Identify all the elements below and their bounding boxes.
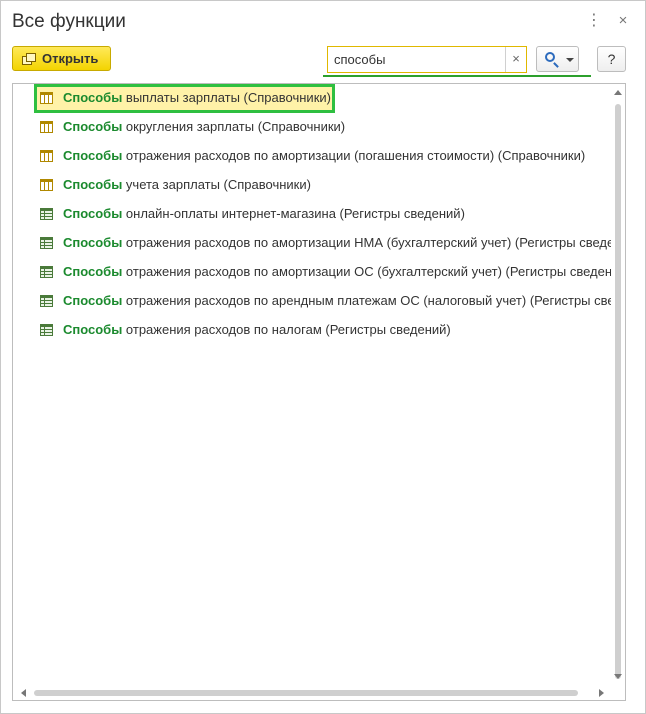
search-icon bbox=[545, 52, 555, 62]
list-item-description: отражения расходов по налогам (Регистры … bbox=[122, 322, 451, 337]
scroll-down-icon[interactable] bbox=[614, 674, 622, 679]
list-item[interactable]: Способы выплаты зарплаты (Справочники) bbox=[13, 84, 611, 113]
window-title: Все функции bbox=[12, 11, 126, 32]
scroll-left-icon[interactable] bbox=[21, 689, 26, 697]
list-item-label: Способы учета зарплаты (Справочники) bbox=[63, 177, 311, 192]
list-item[interactable]: Способы отражения расходов по налогам (Р… bbox=[13, 316, 611, 345]
more-options-icon[interactable]: ⋮ bbox=[585, 11, 603, 31]
search-match: Способы bbox=[63, 119, 123, 134]
search-match: Способы bbox=[63, 235, 123, 250]
register-icon bbox=[40, 266, 53, 278]
list-item-label: Способы отражения расходов по амортизаци… bbox=[63, 148, 585, 163]
help-button[interactable]: ? bbox=[597, 46, 626, 72]
list-item-description: отражения расходов по арендным платежам … bbox=[122, 293, 626, 308]
list-item-label: Способы онлайн-оплаты интернет-магазина … bbox=[63, 206, 465, 221]
search-match: Способы bbox=[63, 322, 123, 337]
catalog-icon bbox=[40, 150, 53, 162]
close-icon[interactable]: × bbox=[614, 11, 632, 31]
list-item[interactable]: Способы отражения расходов по амортизаци… bbox=[13, 229, 625, 258]
register-icon bbox=[40, 208, 53, 220]
list-item[interactable]: Способы отражения расходов по амортизаци… bbox=[13, 258, 625, 287]
list-item-description: отражения расходов по амортизации ОС (бу… bbox=[122, 264, 626, 279]
search-focus-underline bbox=[323, 75, 591, 77]
open-icon bbox=[22, 53, 36, 65]
search-match: Способы bbox=[63, 148, 123, 163]
search-match: Способы bbox=[63, 206, 123, 221]
open-button-label: Открыть bbox=[42, 51, 99, 66]
scroll-right-icon[interactable] bbox=[599, 689, 604, 697]
all-functions-window: Все функции ⋮ × Открыть × ? Способы выпл… bbox=[0, 0, 646, 714]
list-item-label: Способы отражения расходов по амортизаци… bbox=[63, 235, 626, 250]
search-match: Способы bbox=[63, 264, 123, 279]
list-item-label: Способы отражения расходов по арендным п… bbox=[63, 293, 626, 308]
open-button[interactable]: Открыть bbox=[12, 46, 111, 71]
register-icon bbox=[40, 295, 53, 307]
vertical-scrollbar[interactable] bbox=[611, 84, 625, 700]
search-match: Способы bbox=[63, 90, 123, 105]
list-item[interactable]: Способы отражения расходов по амортизаци… bbox=[13, 142, 611, 171]
vertical-scroll-thumb[interactable] bbox=[615, 104, 621, 679]
list-item-description: округления зарплаты (Справочники) bbox=[122, 119, 346, 134]
list-item-description: онлайн-оплаты интернет-магазина (Регистр… bbox=[122, 206, 465, 221]
register-icon bbox=[40, 237, 53, 249]
list-item[interactable]: Способы онлайн-оплаты интернет-магазина … bbox=[13, 200, 611, 229]
search-input[interactable] bbox=[328, 47, 506, 72]
catalog-icon bbox=[40, 121, 53, 133]
list-item-label: Способы округления зарплаты (Справочники… bbox=[63, 119, 345, 134]
list-item-label: Способы отражения расходов по налогам (Р… bbox=[63, 322, 451, 337]
clear-search-icon[interactable]: × bbox=[505, 47, 526, 72]
horizontal-scroll-thumb[interactable] bbox=[34, 690, 578, 696]
list-item-label: Способы выплаты зарплаты (Справочники) bbox=[63, 90, 331, 105]
list-item-description: отражения расходов по амортизации НМА (б… bbox=[122, 235, 626, 250]
list-item-label: Способы отражения расходов по амортизаци… bbox=[63, 264, 626, 279]
search-button[interactable] bbox=[536, 46, 579, 72]
list-item[interactable]: Способы отражения расходов по арендным п… bbox=[13, 287, 625, 316]
register-icon bbox=[40, 324, 53, 336]
list-item-description: отражения расходов по амортизации (погаш… bbox=[122, 148, 586, 163]
list-item[interactable]: Способы учета зарплаты (Справочники) bbox=[13, 171, 611, 200]
list-item-description: выплаты зарплаты (Справочники) bbox=[122, 90, 331, 105]
search-match: Способы bbox=[63, 177, 123, 192]
scroll-up-icon[interactable] bbox=[614, 90, 622, 95]
horizontal-scrollbar[interactable] bbox=[13, 686, 625, 700]
catalog-icon bbox=[40, 92, 53, 104]
functions-list: Способы выплаты зарплаты (Справочники) Сп… bbox=[12, 83, 626, 701]
list-item[interactable]: Способы округления зарплаты (Справочники… bbox=[13, 113, 611, 142]
functions-list-items: Способы выплаты зарплаты (Справочники) Сп… bbox=[13, 84, 625, 345]
search-match: Способы bbox=[63, 293, 123, 308]
search-field: × bbox=[327, 46, 527, 73]
catalog-icon bbox=[40, 179, 53, 191]
chevron-down-icon bbox=[566, 58, 574, 62]
list-item-description: учета зарплаты (Справочники) bbox=[122, 177, 311, 192]
